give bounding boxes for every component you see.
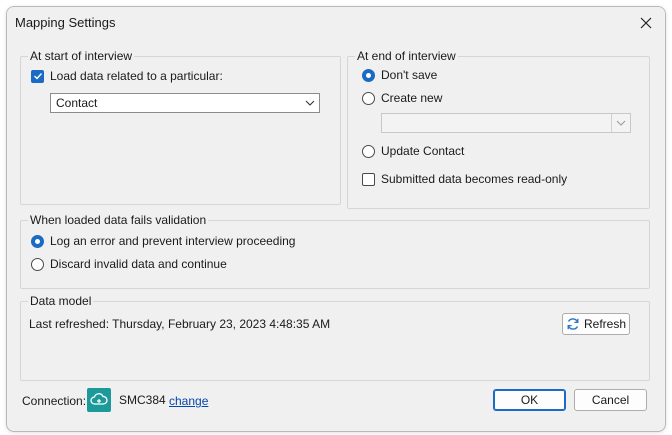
mapping-settings-dialog: Mapping Settings At start of interview L… <box>6 6 666 432</box>
update-contact-radio-row[interactable]: Update Contact <box>362 142 464 160</box>
dont-save-radio[interactable] <box>362 68 375 82</box>
readonly-checkbox-row[interactable]: Submitted data becomes read-only <box>362 170 567 188</box>
connection-icon <box>87 388 111 412</box>
update-contact-radio[interactable] <box>362 144 375 158</box>
connection-label: Connection: <box>22 394 87 408</box>
validation-group: When loaded data fails validation Log an… <box>20 213 650 289</box>
checkmark-icon <box>33 73 42 80</box>
chevron-down-icon <box>611 114 630 132</box>
ok-button[interactable]: OK <box>493 389 566 411</box>
connection-name: SMC384 <box>119 393 166 407</box>
log-error-label: Log an error and prevent interview proce… <box>50 234 296 248</box>
start-of-interview-group: At start of interview Load data related … <box>20 49 341 205</box>
title-bar: Mapping Settings <box>7 7 665 39</box>
dont-save-radio-row[interactable]: Don't save <box>362 66 437 84</box>
chevron-down-icon <box>301 94 319 112</box>
readonly-label: Submitted data becomes read-only <box>381 172 568 186</box>
readonly-checkbox[interactable] <box>362 172 375 186</box>
load-data-label: Load data related to a particular: <box>50 69 223 83</box>
create-new-select[interactable] <box>381 113 631 133</box>
log-error-radio[interactable] <box>31 234 44 248</box>
create-new-radio[interactable] <box>362 91 375 105</box>
refresh-label: Refresh <box>583 317 627 331</box>
load-data-checkbox[interactable] <box>31 69 44 83</box>
dont-save-label: Don't save <box>381 68 438 82</box>
entity-select[interactable]: Contact <box>50 93 320 113</box>
start-group-legend: At start of interview <box>28 49 135 63</box>
entity-select-value: Contact <box>56 96 98 110</box>
end-group-legend: At end of interview <box>355 49 458 63</box>
load-data-checkbox-row[interactable]: Load data related to a particular: <box>31 67 223 85</box>
end-of-interview-group: At end of interview Don't save Create ne… <box>347 49 650 209</box>
last-refreshed-text: Last refreshed: Thursday, February 23, 2… <box>29 317 331 331</box>
discard-radio-row[interactable]: Discard invalid data and continue <box>31 255 227 273</box>
update-contact-label: Update Contact <box>381 144 465 158</box>
data-model-group: Data model Last refreshed: Thursday, Feb… <box>20 294 650 381</box>
data-model-legend: Data model <box>28 294 94 308</box>
refresh-button[interactable]: Refresh <box>562 313 630 335</box>
create-new-label: Create new <box>381 91 443 105</box>
change-connection-link[interactable]: change <box>169 394 208 408</box>
cancel-button[interactable]: Cancel <box>574 389 647 411</box>
dialog-title: Mapping Settings <box>15 15 116 30</box>
validation-group-legend: When loaded data fails validation <box>28 213 209 227</box>
discard-label: Discard invalid data and continue <box>50 257 227 271</box>
close-icon <box>640 17 652 29</box>
refresh-icon <box>567 318 579 330</box>
discard-radio[interactable] <box>31 257 44 271</box>
close-button[interactable] <box>633 11 659 35</box>
log-error-radio-row[interactable]: Log an error and prevent interview proce… <box>31 232 295 250</box>
create-new-radio-row[interactable]: Create new <box>362 89 442 107</box>
